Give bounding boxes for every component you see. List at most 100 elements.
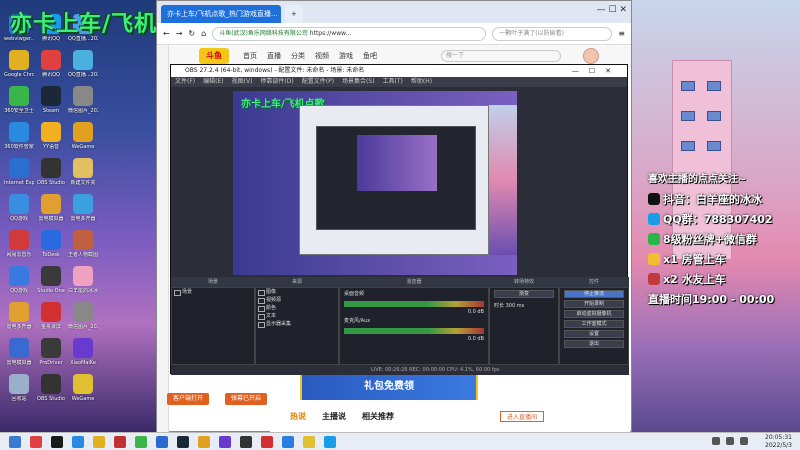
home-icon[interactable]: ⌂ <box>201 29 206 38</box>
scene-item[interactable]: 场景 <box>172 288 254 296</box>
source-item[interactable]: 显示器采集 <box>256 320 338 328</box>
dock-header-transitions: 转场特效 <box>489 277 559 287</box>
tab-related[interactable]: 相关推荐 <box>362 411 394 422</box>
obs-window-controls[interactable]: —☐✕ <box>572 65 621 77</box>
taskbar-app-icon[interactable] <box>135 435 147 448</box>
desktop-icon[interactable]: Internet Explorer <box>4 158 34 186</box>
desktop-icon[interactable]: QQ直播...2021121... <box>68 50 98 78</box>
promo-banner[interactable]: 礼包免费领 <box>300 372 478 402</box>
desktop-icon[interactable]: 王者人物截图 <box>68 230 98 258</box>
desktop-icon[interactable]: Google Chrome <box>4 50 34 78</box>
desktop-icon[interactable]: 金舟录屏 <box>36 302 66 330</box>
transition-select[interactable]: 渐变 <box>494 290 554 298</box>
obs-menu-item[interactable]: 视图(V) <box>232 77 253 87</box>
desktop-icon[interactable]: Studio One <box>36 266 66 294</box>
obs-menu-item[interactable]: 场景集合(S) <box>342 77 375 87</box>
desktop-icon[interactable]: WeGame <box>68 122 98 150</box>
desktop-icon[interactable]: OBS Studio <box>36 158 66 186</box>
menu-icon[interactable]: ≡ <box>618 29 625 38</box>
desktop-icon-label: ProDriver <box>39 360 63 366</box>
obs-control-button[interactable]: 开始录制 <box>564 300 624 308</box>
taskbar-app-icon[interactable] <box>303 435 315 448</box>
new-tab-button[interactable]: + <box>285 5 303 23</box>
tab-hot[interactable]: 热说 <box>290 411 306 422</box>
obs-menu-item[interactable]: 文件(F) <box>175 77 195 87</box>
taskbar-app-icon[interactable] <box>261 435 273 448</box>
desktop-icon[interactable]: 回收站 <box>4 374 34 402</box>
desktop-icon[interactable]: 新建文件夹 <box>68 158 98 186</box>
nav-live[interactable]: 直播 <box>267 51 281 61</box>
desktop-icon[interactable]: 微信图片_2021... <box>68 86 98 114</box>
taskbar-app-icon[interactable] <box>72 435 84 448</box>
source-item[interactable]: 图像 <box>256 288 338 296</box>
obs-control-button[interactable]: 设置 <box>564 330 624 338</box>
address-input[interactable]: 斗鱼(武汉)鱼乐网络科技有限公司 https://www... <box>212 26 487 41</box>
browser-search-input[interactable]: 一颗叶子满了(以防偷看) <box>492 26 613 41</box>
forward-icon[interactable]: → <box>176 29 183 38</box>
nav-games[interactable]: 游戏 <box>339 51 353 61</box>
desktop-icon[interactable]: 雷电模拟器 <box>36 194 66 222</box>
desktop-icon[interactable]: Steam <box>36 86 66 114</box>
nav-fishbar[interactable]: 鱼吧 <box>363 51 377 61</box>
site-search-input[interactable]: 搜一下 <box>441 50 561 62</box>
taskbar-app-icon[interactable] <box>240 435 252 448</box>
desktop-icon[interactable]: 腾讯QQ <box>36 50 66 78</box>
desktop-icon[interactable]: OBS Studio <box>36 374 66 402</box>
taskbar-app-icon[interactable] <box>51 435 63 448</box>
refresh-icon[interactable]: ↻ <box>188 29 195 38</box>
nav-category[interactable]: 分类 <box>291 51 305 61</box>
browser-tab-active[interactable]: 亦卡上车/飞机点歌_热门游戏直播... <box>161 5 281 23</box>
obs-menu-item[interactable]: 帮助(H) <box>411 77 432 87</box>
desktop-icon[interactable]: WeGame <box>68 374 98 402</box>
taskbar-app-icon[interactable] <box>219 435 231 448</box>
taskbar-app-icon[interactable] <box>30 435 42 448</box>
desktop-icon[interactable]: QQ游戏 <box>4 266 34 294</box>
taskbar-app-icon[interactable] <box>282 435 294 448</box>
taskbar-app-icon[interactable] <box>177 435 189 448</box>
desktop-icon[interactable]: 微信图片_2022030... <box>68 302 98 330</box>
source-item[interactable]: 视频源 <box>256 296 338 304</box>
obs-control-button[interactable]: 启动虚拟摄像机 <box>564 310 624 318</box>
obs-menu-item[interactable]: 停靠部件(D) <box>260 77 293 87</box>
desktop-icon[interactable]: YY语音 <box>36 122 66 150</box>
nav-video[interactable]: 视频 <box>315 51 329 61</box>
desktop-icon[interactable]: 网易云音乐 <box>4 230 34 258</box>
danmaku-toggle-button[interactable]: 弹幕已开启 <box>225 393 268 405</box>
desktop-icon[interactable]: ToDesk <box>36 230 66 258</box>
desktop-icon[interactable]: 雷电多开器 <box>68 194 98 222</box>
obs-control-button[interactable]: 停止推流 <box>564 290 624 298</box>
desktop-icon[interactable]: 雷电模拟器 <box>4 338 34 366</box>
obs-menu-item[interactable]: 配置文件(P) <box>302 77 334 87</box>
obs-control-button[interactable]: 工作室模式 <box>564 320 624 328</box>
avatar[interactable] <box>583 48 599 64</box>
open-client-button[interactable]: 客户端打开 <box>167 393 210 405</box>
taskbar-app-icon[interactable] <box>198 435 210 448</box>
source-item[interactable]: 文本 <box>256 312 338 320</box>
source-item[interactable]: 颜色 <box>256 304 338 312</box>
enter-room-button[interactable]: 进入直播间 <box>500 410 545 422</box>
tab-streamer-talk[interactable]: 主播说 <box>322 411 346 422</box>
desktop-icon[interactable]: 360安全卫士 <box>4 86 34 114</box>
desktop-icon[interactable]: QQ游戏 <box>4 194 34 222</box>
obs-menu-item[interactable]: 工具(T) <box>383 77 403 87</box>
taskbar-app-icon[interactable] <box>114 435 126 448</box>
obs-control-button[interactable]: 退出 <box>564 340 624 348</box>
desktop-icon[interactable]: XiaoMaiKe <box>68 338 98 366</box>
back-icon[interactable]: ← <box>163 29 170 38</box>
desktop-icon[interactable]: ProDriver <box>36 338 66 366</box>
preview-wallpaper-strip <box>489 105 517 255</box>
taskbar-app-icon[interactable] <box>9 435 21 448</box>
taskbar-app-icon[interactable] <box>93 435 105 448</box>
obs-preview[interactable]: 亦卡上车/飞机点歌 <box>233 91 517 275</box>
desktop-icon[interactable]: 360软件管家 <box>4 122 34 150</box>
nav-home[interactable]: 首页 <box>243 51 257 61</box>
taskbar-app-icon[interactable] <box>324 435 336 448</box>
duration-input[interactable]: 300 ms <box>506 303 525 309</box>
obs-menu-item[interactable]: 编辑(E) <box>203 77 223 87</box>
site-logo[interactable]: 斗鱼 <box>199 48 229 64</box>
desktop-icon[interactable]: 白羊座的冰冰 <box>68 266 98 294</box>
window-controls[interactable]: — ☐ ✕ <box>597 5 627 15</box>
desktop-icon[interactable]: 雷电多开器 <box>4 302 34 330</box>
taskbar-clock[interactable]: 20:05:31 2022/5/3 <box>765 434 792 450</box>
taskbar-app-icon[interactable] <box>156 435 168 448</box>
